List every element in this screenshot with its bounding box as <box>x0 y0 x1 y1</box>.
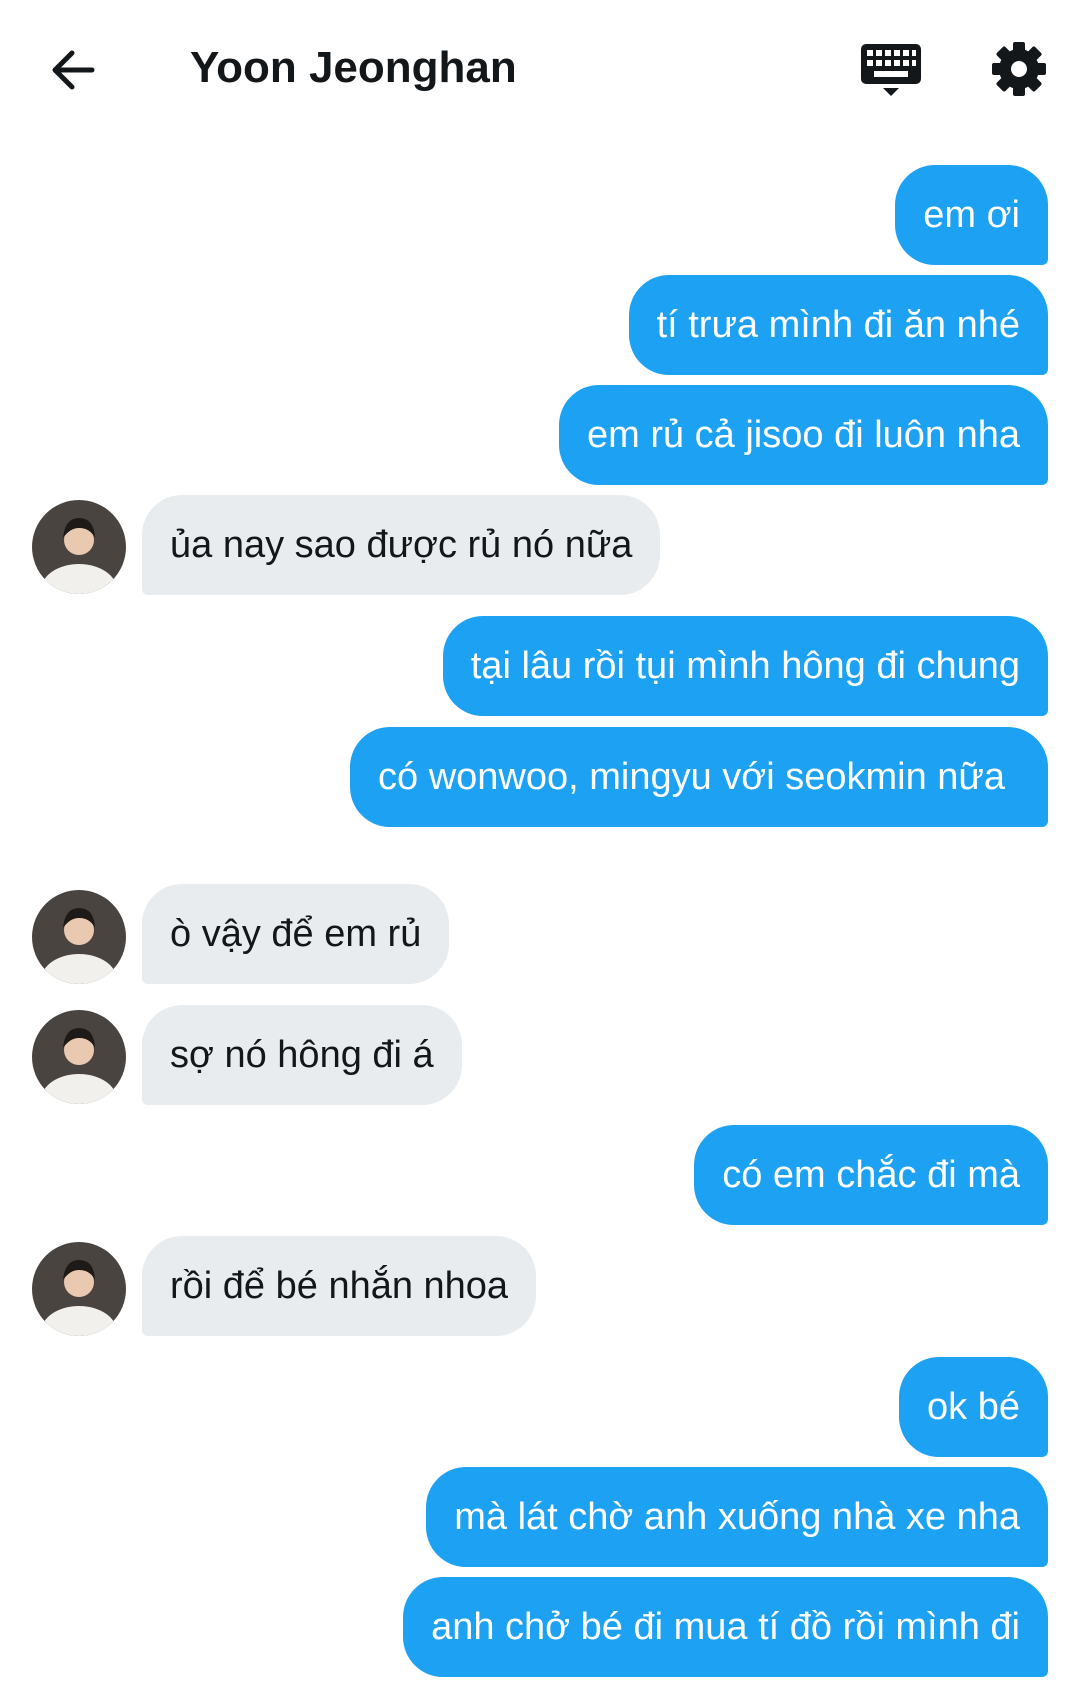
sent-message[interactable]: mà lát chờ anh xuống nhà xe nha <box>426 1467 1048 1567</box>
keyboard-icon <box>861 44 921 96</box>
conversation-title: Yoon Jeonghan <box>190 43 517 92</box>
received-message[interactable]: ò vậy để em rủ <box>142 884 450 984</box>
contact-avatar[interactable] <box>32 890 126 984</box>
avatar-image <box>32 1010 126 1104</box>
sent-message[interactable]: có em chắc đi mà <box>694 1125 1048 1225</box>
avatar-image <box>32 890 126 984</box>
avatar-image <box>32 500 126 594</box>
sent-message[interactable]: tí trưa mình đi ăn nhé <box>628 275 1048 375</box>
sent-message[interactable]: em rủ cả jisoo đi luôn nha <box>558 385 1048 485</box>
sent-message[interactable]: ok bé <box>899 1357 1048 1457</box>
contact-avatar[interactable] <box>32 1010 126 1104</box>
chat-header: Yoon Jeonghan <box>0 0 1080 140</box>
settings-button[interactable] <box>988 38 1050 100</box>
sent-message[interactable]: có wonwoo, mingyu với seokmin nữa <box>350 727 1048 827</box>
back-button[interactable] <box>44 40 104 100</box>
received-message[interactable]: rồi để bé nhắn nhoa <box>142 1236 537 1336</box>
received-message[interactable]: sợ nó hông đi á <box>142 1005 462 1105</box>
contact-avatar[interactable] <box>32 1242 126 1336</box>
avatar-image <box>32 1242 126 1336</box>
gear-icon <box>992 42 1046 96</box>
keyboard-button[interactable] <box>858 38 924 104</box>
sent-message[interactable]: anh chở bé đi mua tí đồ rồi mình đi <box>403 1577 1048 1677</box>
received-message[interactable]: ủa nay sao được rủ nó nữa <box>142 495 661 595</box>
sent-message[interactable]: em ơi <box>895 165 1048 265</box>
contact-avatar[interactable] <box>32 500 126 594</box>
arrow-left-icon <box>52 50 95 90</box>
sent-message[interactable]: tại lâu rồi tụi mình hông đi chung <box>442 616 1048 716</box>
